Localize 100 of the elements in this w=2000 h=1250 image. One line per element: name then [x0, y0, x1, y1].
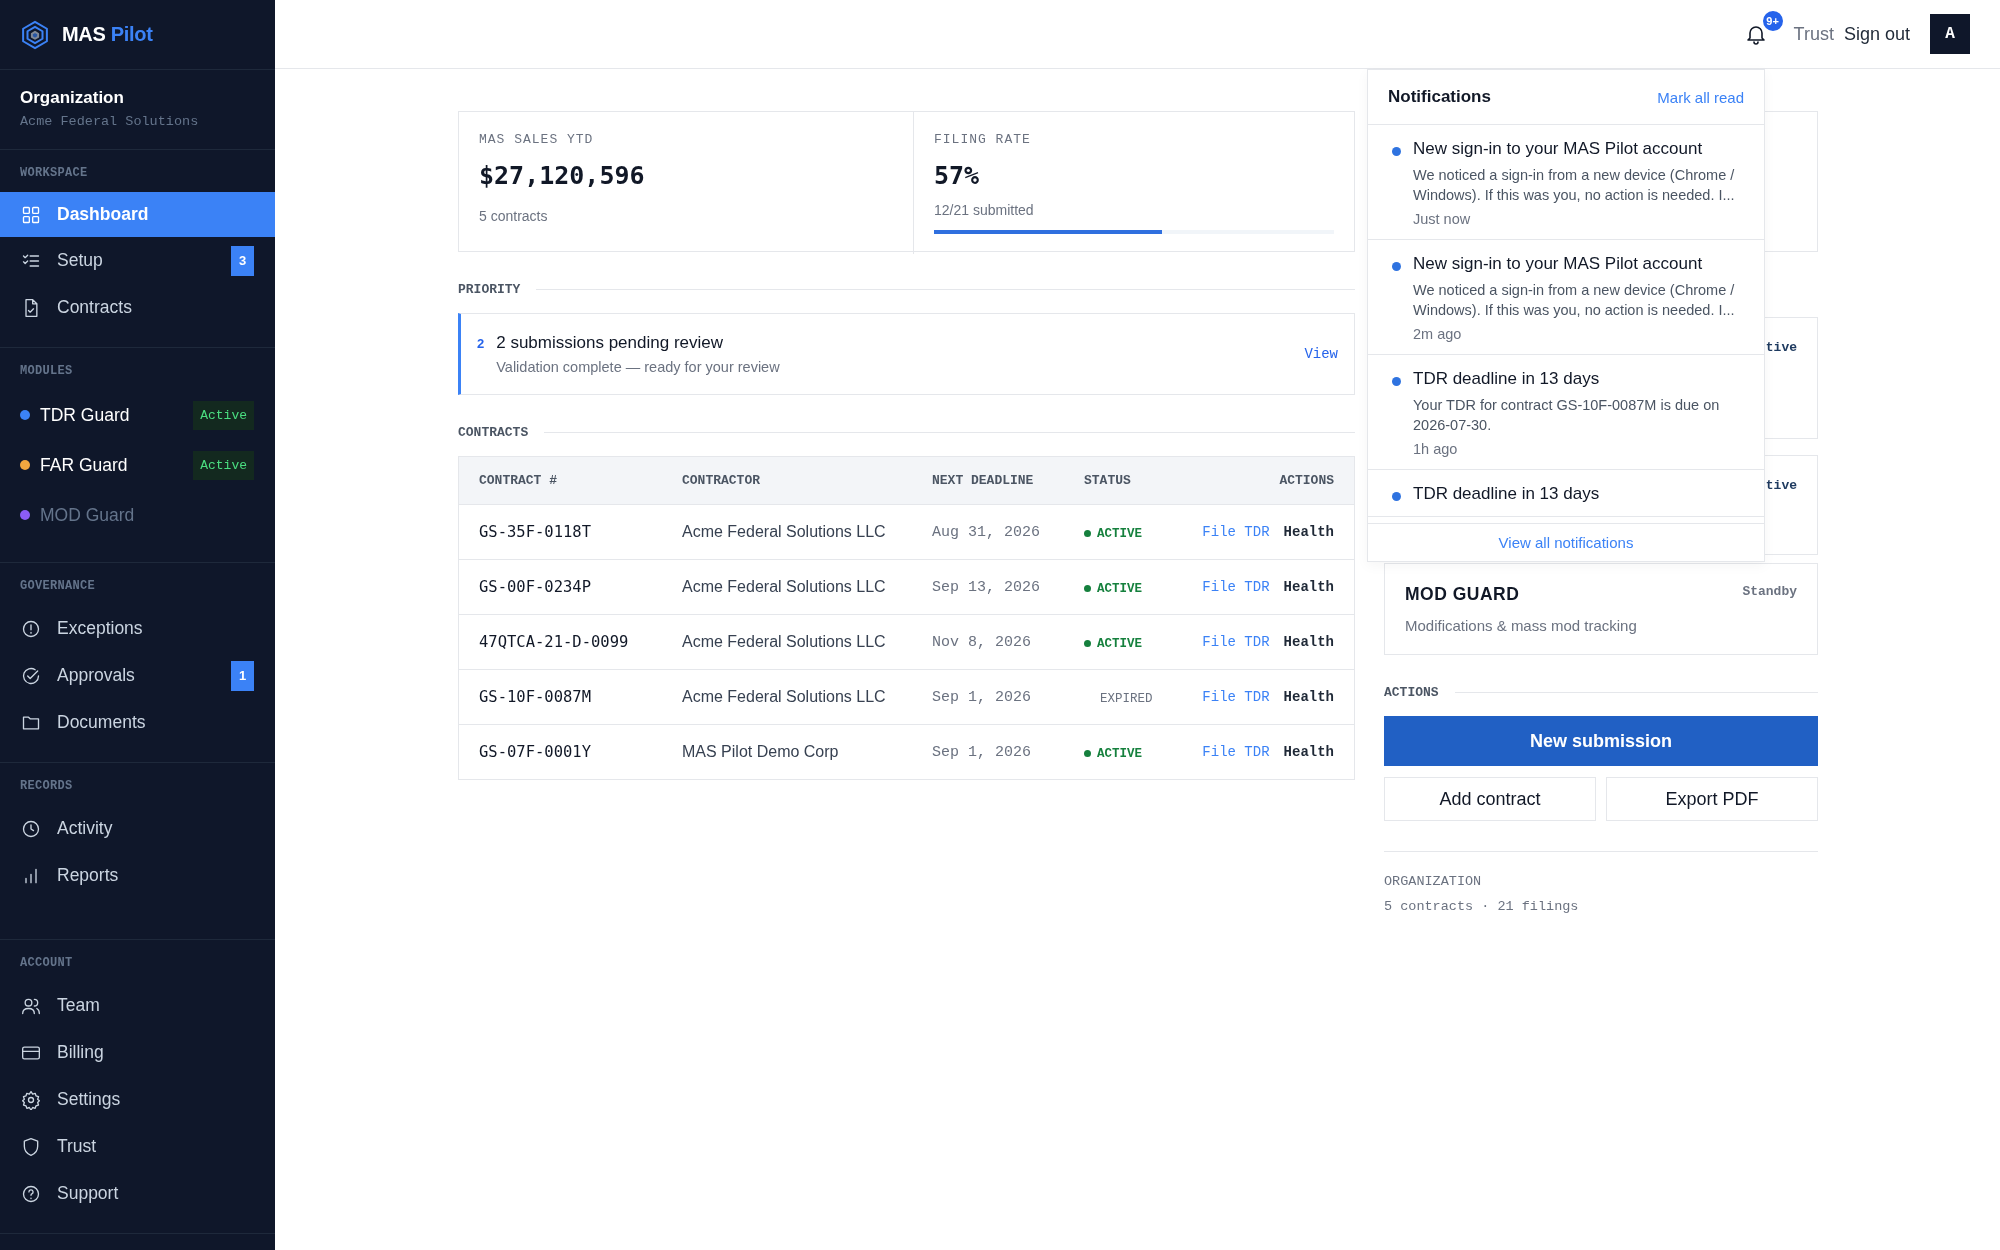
- sign-out-link[interactable]: Sign out: [1843, 23, 1910, 45]
- priority-description: Validation complete — ready for your review: [496, 359, 781, 375]
- stat-note: 5 contracts: [479, 208, 549, 224]
- file-tdr-link[interactable]: File TDR: [1202, 744, 1270, 760]
- view-link[interactable]: View: [1304, 346, 1338, 362]
- column-header: CONTRACT #: [479, 473, 558, 488]
- sidebar-item[interactable]: Team: [0, 982, 275, 1029]
- column-header: CONTRACTOR: [682, 473, 761, 488]
- sidebar-item[interactable]: Activity: [0, 805, 275, 852]
- shield-icon: [21, 1136, 41, 1157]
- notification-time: 2m ago: [1413, 326, 1463, 343]
- notification-time: Just now: [1413, 211, 1472, 228]
- file-tdr-link[interactable]: File TDR: [1202, 524, 1270, 540]
- status-label: ACTIVE: [1084, 581, 1142, 596]
- status-label: ACTIVE: [1084, 746, 1142, 761]
- brand-name: MAS Pilot: [62, 23, 153, 46]
- sidebar-item[interactable]: Exceptions: [0, 605, 275, 652]
- table-cell-text: GS-00F-0234P: [479, 578, 592, 596]
- health-link[interactable]: Health: [1283, 634, 1334, 650]
- table-cell-text: Aug 31, 2026: [932, 523, 1042, 541]
- sidebar-item[interactable]: Documents: [0, 699, 275, 746]
- module-item[interactable]: TDR Guard Active: [0, 390, 275, 440]
- table-cell-text: GS-35F-0118T: [479, 523, 592, 541]
- action-button[interactable]: Export PDF: [1606, 777, 1818, 821]
- count-badge: 1: [231, 660, 254, 691]
- sidebar-item[interactable]: Settings: [0, 1076, 275, 1123]
- table-cell-text: GS-10F-0087M: [479, 688, 592, 706]
- view-all-link[interactable]: View all notifications: [1368, 523, 1764, 561]
- notification-item[interactable]: New sign-in to your MAS Pilot account We noticed a sign-in from a new device (Chrome / Windows). If this was you, no action is needed. I... 2m ago: [1368, 240, 1764, 356]
- notification-title: New sign-in to your MAS Pilot account: [1413, 254, 1704, 275]
- health-link[interactable]: Health: [1283, 579, 1334, 595]
- action-button[interactable]: Add contract: [1384, 777, 1596, 821]
- priority-title: 2 submissions pending review: [496, 333, 725, 353]
- section-heading: GOVERNANCE: [19, 579, 96, 595]
- table-cell-text: Acme Federal Solutions LLC: [682, 688, 887, 706]
- organization-label: ORGANIZATION: [1384, 874, 1483, 889]
- table-cell-text: MAS Pilot Demo Corp: [682, 743, 840, 761]
- sidebar-item[interactable]: Billing: [0, 1029, 275, 1076]
- hexagon-logo-icon: [20, 19, 50, 50]
- stat-value: $27,120,596: [479, 161, 646, 190]
- file-tdr-link[interactable]: File TDR: [1202, 689, 1270, 705]
- section-heading: PRIORITY: [458, 282, 521, 297]
- column-header: STATUS: [1084, 473, 1132, 488]
- section-heading: WORKSPACE: [19, 166, 89, 182]
- status-badge: Active: [193, 400, 254, 430]
- table-cell-text: Nov 8, 2026: [932, 633, 1033, 651]
- file-tdr-link[interactable]: File TDR: [1202, 634, 1270, 650]
- notification-item[interactable]: TDR deadline in 13 days Your TDR for contract GS-10F-0087M is due on 2026-07-30. 1h ago: [1368, 355, 1764, 471]
- help-icon: [21, 1183, 41, 1204]
- mark-all-read-link[interactable]: Mark all read: [1657, 88, 1744, 106]
- grid-icon: [21, 204, 41, 225]
- new-submission-button[interactable]: New submission: [1384, 716, 1818, 766]
- notification-item[interactable]: TDR deadline in 13 days: [1368, 470, 1764, 518]
- sidebar-item[interactable]: Reports: [0, 852, 275, 899]
- health-link[interactable]: Health: [1283, 524, 1334, 540]
- sidebar-item[interactable]: Trust: [0, 1123, 275, 1170]
- sidebar-item[interactable]: Setup 3: [0, 237, 275, 284]
- check-circle-icon: [21, 665, 41, 686]
- status-label: ACTIVE: [1084, 636, 1142, 651]
- settings-icon: [21, 1089, 41, 1110]
- trust-link[interactable]: Trust: [1793, 23, 1834, 45]
- clock-icon: [21, 818, 41, 839]
- count-badge: 3: [231, 245, 254, 276]
- table-cell-text: Acme Federal Solutions LLC: [682, 633, 887, 651]
- sidebar-item[interactable]: Contracts: [0, 284, 275, 331]
- sidebar-item[interactable]: Dashboard: [0, 192, 275, 237]
- notification-title: New sign-in to your MAS Pilot account: [1413, 139, 1704, 159]
- table-cell-text: Sep 1, 2026: [932, 743, 1033, 761]
- file-tdr-link[interactable]: File TDR: [1202, 579, 1270, 595]
- section-heading: RECORDS: [19, 779, 74, 795]
- organization-summary: 5 contracts · 21 filings: [1384, 899, 1580, 914]
- notification-item[interactable]: New sign-in to your MAS Pilot account We noticed a sign-in from a new device (Chrome / Windows). If this was you, no action is needed. I... Just now: [1368, 125, 1764, 241]
- health-link[interactable]: Health: [1283, 689, 1334, 705]
- module-title: MOD GUARD: [1405, 584, 1521, 605]
- column-header: NEXT DEADLINE: [932, 473, 1035, 488]
- module-status: tive: [1765, 478, 1797, 493]
- module-item[interactable]: FAR Guard Active: [0, 440, 275, 490]
- stat-value: 57%: [934, 161, 981, 190]
- organization-name: Acme Federal Solutions: [20, 114, 200, 129]
- section-heading: ACCOUNT: [19, 956, 74, 972]
- module-status: Standby: [1742, 584, 1797, 601]
- notification-text: We noticed a sign-in from a new device (Chrome / Windows). If this was you, no action is needed. I...: [1413, 281, 1736, 320]
- panel-title: Notifications: [1388, 87, 1491, 107]
- status-label: EXPIRED: [1099, 692, 1153, 706]
- table-cell-text: Acme Federal Solutions LLC: [682, 523, 887, 541]
- section-heading: ACTIONS: [1384, 685, 1439, 700]
- organization-label: Organization: [20, 88, 125, 108]
- sidebar-item[interactable]: Support: [0, 1170, 275, 1217]
- avatar[interactable]: A: [1930, 14, 1970, 54]
- section-heading: CONTRACTS: [458, 425, 529, 440]
- table-cell-text: GS-07F-0001Y: [479, 743, 592, 761]
- notification-badge: 9+: [1760, 9, 1785, 33]
- health-link[interactable]: Health: [1283, 744, 1334, 760]
- notification-title: TDR deadline in 13 days: [1413, 369, 1601, 390]
- alert-icon: [21, 618, 41, 639]
- section-heading: MODULES: [19, 364, 74, 380]
- sidebar-item[interactable]: Approvals 1: [0, 652, 275, 699]
- table-cell-text: 47QTCA-21-D-0099: [479, 633, 630, 651]
- notification-title: TDR deadline in 13 days: [1413, 484, 1600, 505]
- stat-label: FILING RATE: [934, 132, 1032, 147]
